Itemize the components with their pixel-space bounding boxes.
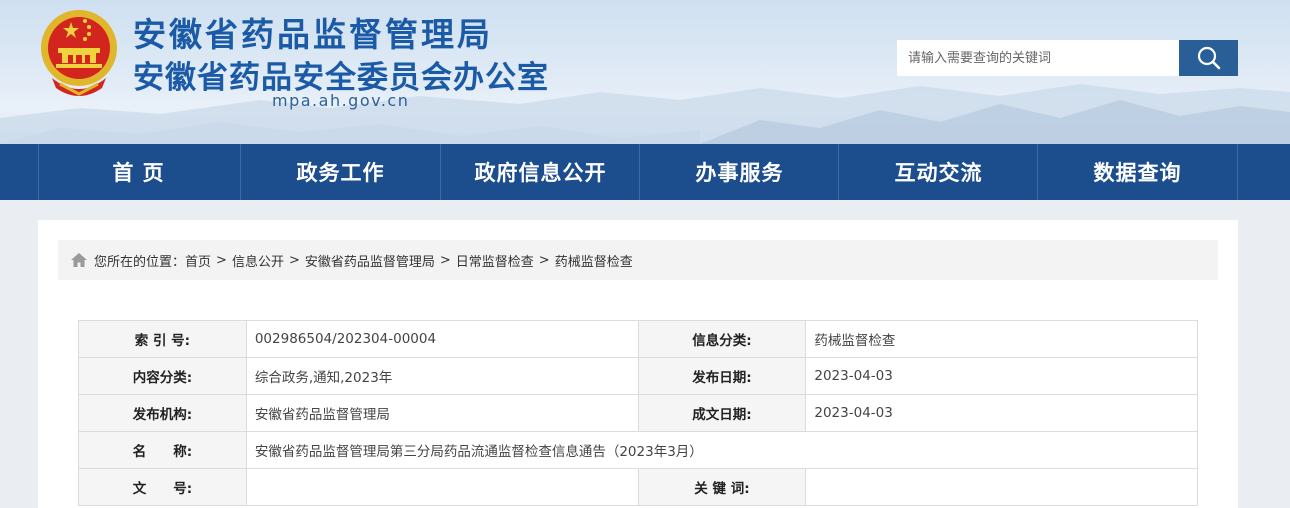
breadcrumb-link-info-disclosure[interactable]: 信息公开 xyxy=(232,251,284,270)
site-domain: mpa.ah.gov.cn xyxy=(272,91,410,110)
table-row: 名 称: 安徽省药品监督管理局第三分局药品流通监督检查信息通告（2023年3月） xyxy=(78,431,1199,469)
index-number-value: 002986504/202304-00004 xyxy=(245,320,639,358)
search-button[interactable] xyxy=(1179,40,1238,76)
table-row: 文 号: 关 键 词: xyxy=(78,468,1198,506)
breadcrumb-prefix: 您所在的位置： xyxy=(94,254,186,270)
breadcrumb-link-home[interactable]: 首页 xyxy=(185,251,211,270)
written-date-label: 成文日期: xyxy=(637,394,807,432)
document-metadata-table: 索 引 号: 002986504/202304-00004 信息分类: 药械监督… xyxy=(78,320,1199,506)
nav-divider xyxy=(1237,144,1238,200)
info-category-label: 信息分类: xyxy=(637,320,807,358)
info-category-value: 药械监督检查 xyxy=(805,320,1198,358)
breadcrumb-link-bureau[interactable]: 安徽省药品监督管理局 xyxy=(305,251,435,270)
keywords-label: 关 键 词: xyxy=(637,468,807,506)
nav-item-home[interactable]: 首 页 xyxy=(39,144,238,200)
search-icon xyxy=(1197,46,1220,70)
main-nav: 首 页 政务工作 政府信息公开 办事服务 互动交流 数据查询 xyxy=(0,144,1290,200)
table-row: 发布机构: 安徽省药品监督管理局 成文日期: 2023-04-03 xyxy=(78,394,1198,432)
breadcrumb-separator: > xyxy=(439,252,451,268)
publish-date-value: 2023-04-03 xyxy=(805,357,1198,395)
nav-item-services[interactable]: 办事服务 xyxy=(640,144,839,200)
document-number-value xyxy=(245,468,639,506)
nav-item-info-disclosure[interactable]: 政府信息公开 xyxy=(441,144,640,200)
site-header: 安徽省药品监督管理局 安徽省药品安全委员会办公室 mpa.ah.gov.cn xyxy=(0,0,1290,144)
publisher-value: 安徽省药品监督管理局 xyxy=(245,394,639,432)
nav-item-government-affairs[interactable]: 政务工作 xyxy=(241,144,440,200)
main-content: 您所在的位置： 首页 > 信息公开 > 安徽省药品监督管理局 > 日常监督检查 … xyxy=(38,220,1238,508)
index-number-label: 索 引 号: xyxy=(78,320,247,358)
breadcrumb: 您所在的位置： 首页 > 信息公开 > 安徽省药品监督管理局 > 日常监督检查 … xyxy=(58,240,1218,280)
search-input[interactable] xyxy=(897,40,1179,76)
document-name-label: 名 称: xyxy=(78,431,247,469)
content-category-value: 综合政务,通知,2023年 xyxy=(245,357,639,395)
document-name-value: 安徽省药品监督管理局第三分局药品流通监督检查信息通告（2023年3月） xyxy=(245,431,1199,469)
document-number-label: 文 号: xyxy=(78,468,247,506)
national-emblem-icon xyxy=(41,10,117,96)
breadcrumb-separator: > xyxy=(288,252,300,268)
home-icon xyxy=(71,253,87,267)
nav-item-data-query[interactable]: 数据查询 xyxy=(1038,144,1237,200)
breadcrumb-link-routine-inspection[interactable]: 日常监督检查 xyxy=(456,251,534,270)
site-title: 安徽省药品监督管理局 xyxy=(133,15,493,54)
publish-date-label: 发布日期: xyxy=(637,357,807,395)
breadcrumb-separator: > xyxy=(216,252,227,268)
nav-item-interaction[interactable]: 互动交流 xyxy=(839,144,1038,200)
table-row: 内容分类: 综合政务,通知,2023年 发布日期: 2023-04-03 xyxy=(78,357,1198,395)
breadcrumb-separator: > xyxy=(538,252,550,268)
written-date-value: 2023-04-03 xyxy=(805,394,1198,432)
content-category-label: 内容分类: xyxy=(78,357,247,395)
publisher-label: 发布机构: xyxy=(78,394,247,432)
breadcrumb-link-drug-device-inspection[interactable]: 药械监督检查 xyxy=(555,251,633,270)
keywords-value xyxy=(805,468,1198,506)
table-row: 索 引 号: 002986504/202304-00004 信息分类: 药械监督… xyxy=(78,320,1198,358)
